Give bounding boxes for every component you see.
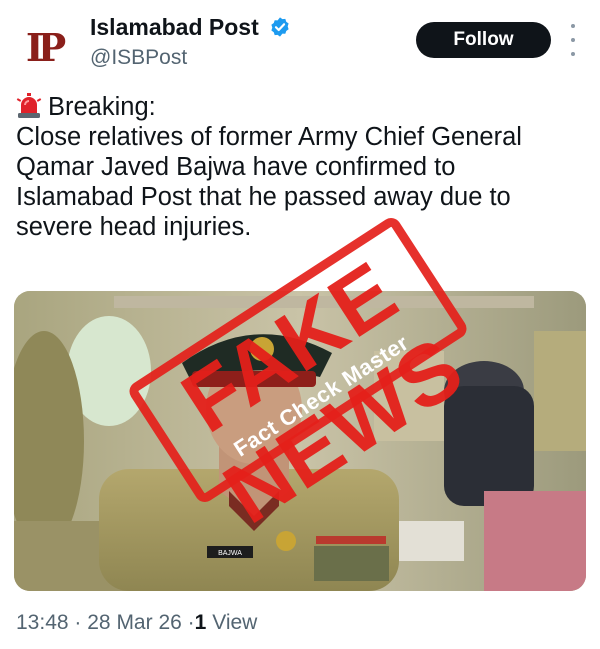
avatar[interactable]: IP [14, 18, 72, 76]
tweet-meta: 13:48 · 28 Mar 26 ·1 View [16, 611, 257, 635]
separator: · [187, 611, 195, 634]
verified-badge-icon [271, 17, 289, 37]
display-name[interactable]: Islamabad Post [90, 14, 259, 41]
more-options-icon[interactable] [565, 24, 581, 56]
tweet-line: Breaking: [16, 92, 588, 122]
views-count: 1 [194, 611, 207, 634]
separator: · [74, 611, 82, 634]
tweet-line-4: Islamabad Post that he passed away due t… [16, 183, 511, 211]
tweet-header: IP Islamabad Post @ISBPost Follow [0, 0, 600, 86]
tweet-line-1: Breaking: [48, 93, 156, 121]
tweet-time[interactable]: 13:48 [16, 611, 69, 634]
tweet-date[interactable]: 28 Mar 26 [87, 611, 182, 634]
tweet-line-3: Qamar Javed Bajwa have confirmed to [16, 153, 456, 181]
tweet-line-2: Close relatives of former Army Chief Gen… [16, 123, 522, 151]
views-label: View [212, 611, 258, 634]
police-siren-icon [16, 93, 42, 118]
follow-button[interactable]: Follow [416, 22, 551, 58]
tweet-text: Breaking: Close relatives of former Army… [16, 92, 588, 242]
avatar-logo-text: IP [25, 24, 66, 70]
account-handle[interactable]: @ISBPost [90, 46, 187, 70]
